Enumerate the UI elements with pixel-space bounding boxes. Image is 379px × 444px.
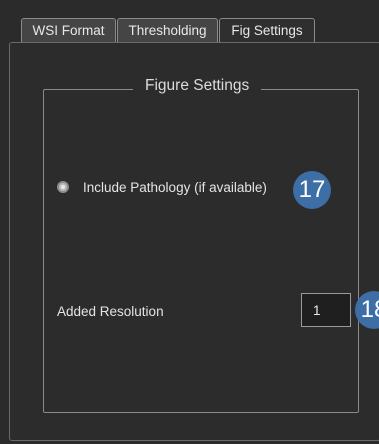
tab-fig-settings[interactable]: Fig Settings <box>219 18 315 43</box>
radio-selected-dot <box>61 185 65 189</box>
group-title: Figure Settings <box>133 77 262 95</box>
tab-wsi-format[interactable]: WSI Format <box>21 18 116 42</box>
include-pathology-label: Include Pathology (if available) <box>83 180 267 195</box>
added-resolution-label: Added Resolution <box>57 304 164 319</box>
added-resolution-input[interactable] <box>301 293 351 327</box>
callout-badge: 17 <box>293 171 331 209</box>
tab-thresholding[interactable]: Thresholding <box>117 18 218 42</box>
tab-bar: WSI Format Thresholding Fig Settings <box>21 18 379 43</box>
figure-settings-group <box>43 89 359 413</box>
include-pathology-radio[interactable] <box>57 181 69 193</box>
